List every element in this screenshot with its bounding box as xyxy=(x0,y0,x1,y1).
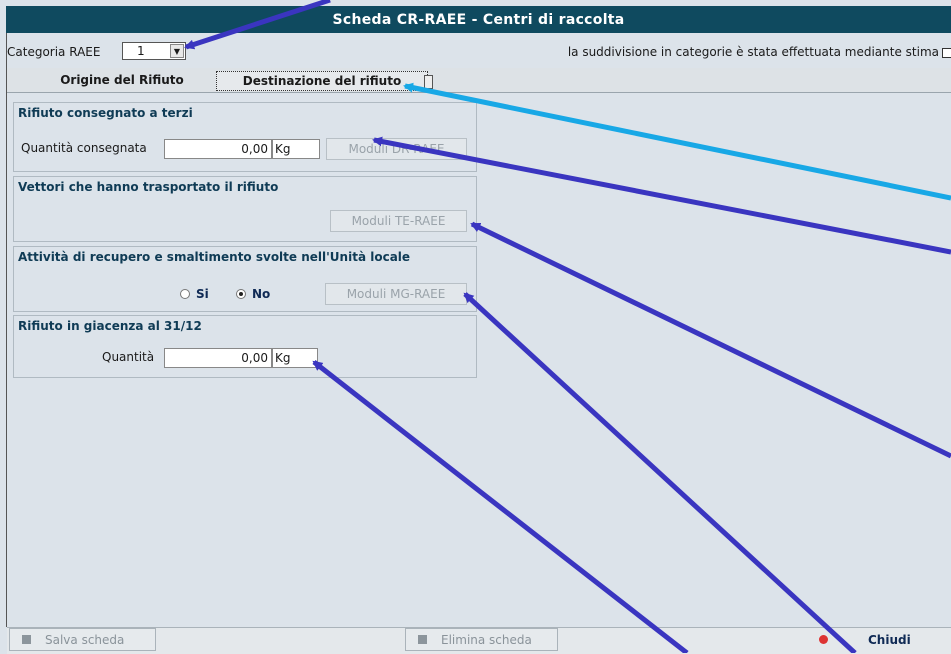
delete-button[interactable]: Elimina scheda xyxy=(405,628,558,651)
qty-delivered-input[interactable]: 0,00 xyxy=(164,139,272,159)
panel-carriers-title: Vettori che hanno trasportato il rifiuto xyxy=(18,180,279,194)
chevron-down-icon[interactable]: ▼ xyxy=(170,44,184,58)
panel-delivered-title: Rifiuto consegnato a terzi xyxy=(18,106,193,120)
save-icon xyxy=(22,635,31,644)
category-value: 1 xyxy=(137,44,145,58)
save-button[interactable]: Salva scheda xyxy=(9,628,156,651)
qty-delivered-label: Quantità consegnata xyxy=(21,141,147,155)
radio-yes[interactable]: Si xyxy=(180,287,209,301)
radio-no-label: No xyxy=(252,287,271,301)
frame-border xyxy=(6,33,7,627)
estimate-label: la suddivisione in categorie è stata eff… xyxy=(567,45,939,59)
save-label: Salva scheda xyxy=(45,632,125,647)
panel-delivered: Rifiuto consegnato a terzi Quantità cons… xyxy=(13,102,477,172)
tab-bar: Origine del Rifiuto Destinazione del rif… xyxy=(7,68,951,93)
delete-label: Elimina scheda xyxy=(441,632,532,647)
tab-destination-label: Destinazione del rifiuto xyxy=(242,74,402,88)
close-label: Chiudi xyxy=(868,632,911,647)
radio-no-dot[interactable] xyxy=(236,289,246,299)
panel-recovery-title: Attività di recupero e smaltimento svolt… xyxy=(18,250,411,264)
dr-raee-button[interactable]: Moduli DR-RAEE xyxy=(326,138,467,160)
category-select[interactable]: 1 ▼ xyxy=(122,42,186,60)
tab-origin[interactable]: Origine del Rifiuto xyxy=(47,71,197,89)
radio-yes-label: Si xyxy=(196,287,209,301)
panel-stock-title: Rifiuto in giacenza al 31/12 xyxy=(18,319,202,333)
tab-scroll-indicator xyxy=(424,75,433,89)
panel-recovery: Attività di recupero e smaltimento svolt… xyxy=(13,246,477,312)
radio-no[interactable]: No xyxy=(236,287,270,301)
category-label: Categoria RAEE xyxy=(7,45,101,59)
te-raee-button[interactable]: Moduli TE-RAEE xyxy=(330,210,467,232)
panel-stock: Rifiuto in giacenza al 31/12 Quantità 0,… xyxy=(13,315,477,378)
qty-stock-label: Quantità xyxy=(102,350,155,364)
estimate-checkbox[interactable] xyxy=(942,48,951,58)
radio-yes-dot[interactable] xyxy=(180,289,190,299)
arrow-to-mg-raee xyxy=(463,292,857,653)
close-icon xyxy=(819,635,828,644)
mg-raee-button[interactable]: Moduli MG-RAEE xyxy=(325,283,467,305)
window-title: Scheda CR-RAEE - Centri di raccolta xyxy=(6,6,951,33)
qty-stock-input[interactable]: 0,00 xyxy=(164,348,272,368)
category-row: Categoria RAEE 1 ▼ la suddivisione in ca… xyxy=(7,41,951,63)
arrow-to-stock-unit xyxy=(312,360,689,653)
delete-icon xyxy=(418,635,427,644)
tab-destination[interactable]: Destinazione del rifiuto xyxy=(216,71,433,91)
qty-delivered-unit[interactable]: Kg xyxy=(272,139,320,159)
qty-delivered-unit-text: Kg xyxy=(275,142,291,156)
footer-bar: Salva scheda Elimina scheda Chiudi xyxy=(7,627,951,654)
arrow-to-te-raee xyxy=(470,221,951,459)
qty-stock-unit-text: Kg xyxy=(275,351,291,365)
close-button[interactable]: Chiudi xyxy=(819,628,951,651)
arrow-to-destination-tab xyxy=(403,82,951,201)
qty-stock-unit[interactable]: Kg xyxy=(272,348,318,368)
panel-carriers: Vettori che hanno trasportato il rifiuto… xyxy=(13,176,477,242)
